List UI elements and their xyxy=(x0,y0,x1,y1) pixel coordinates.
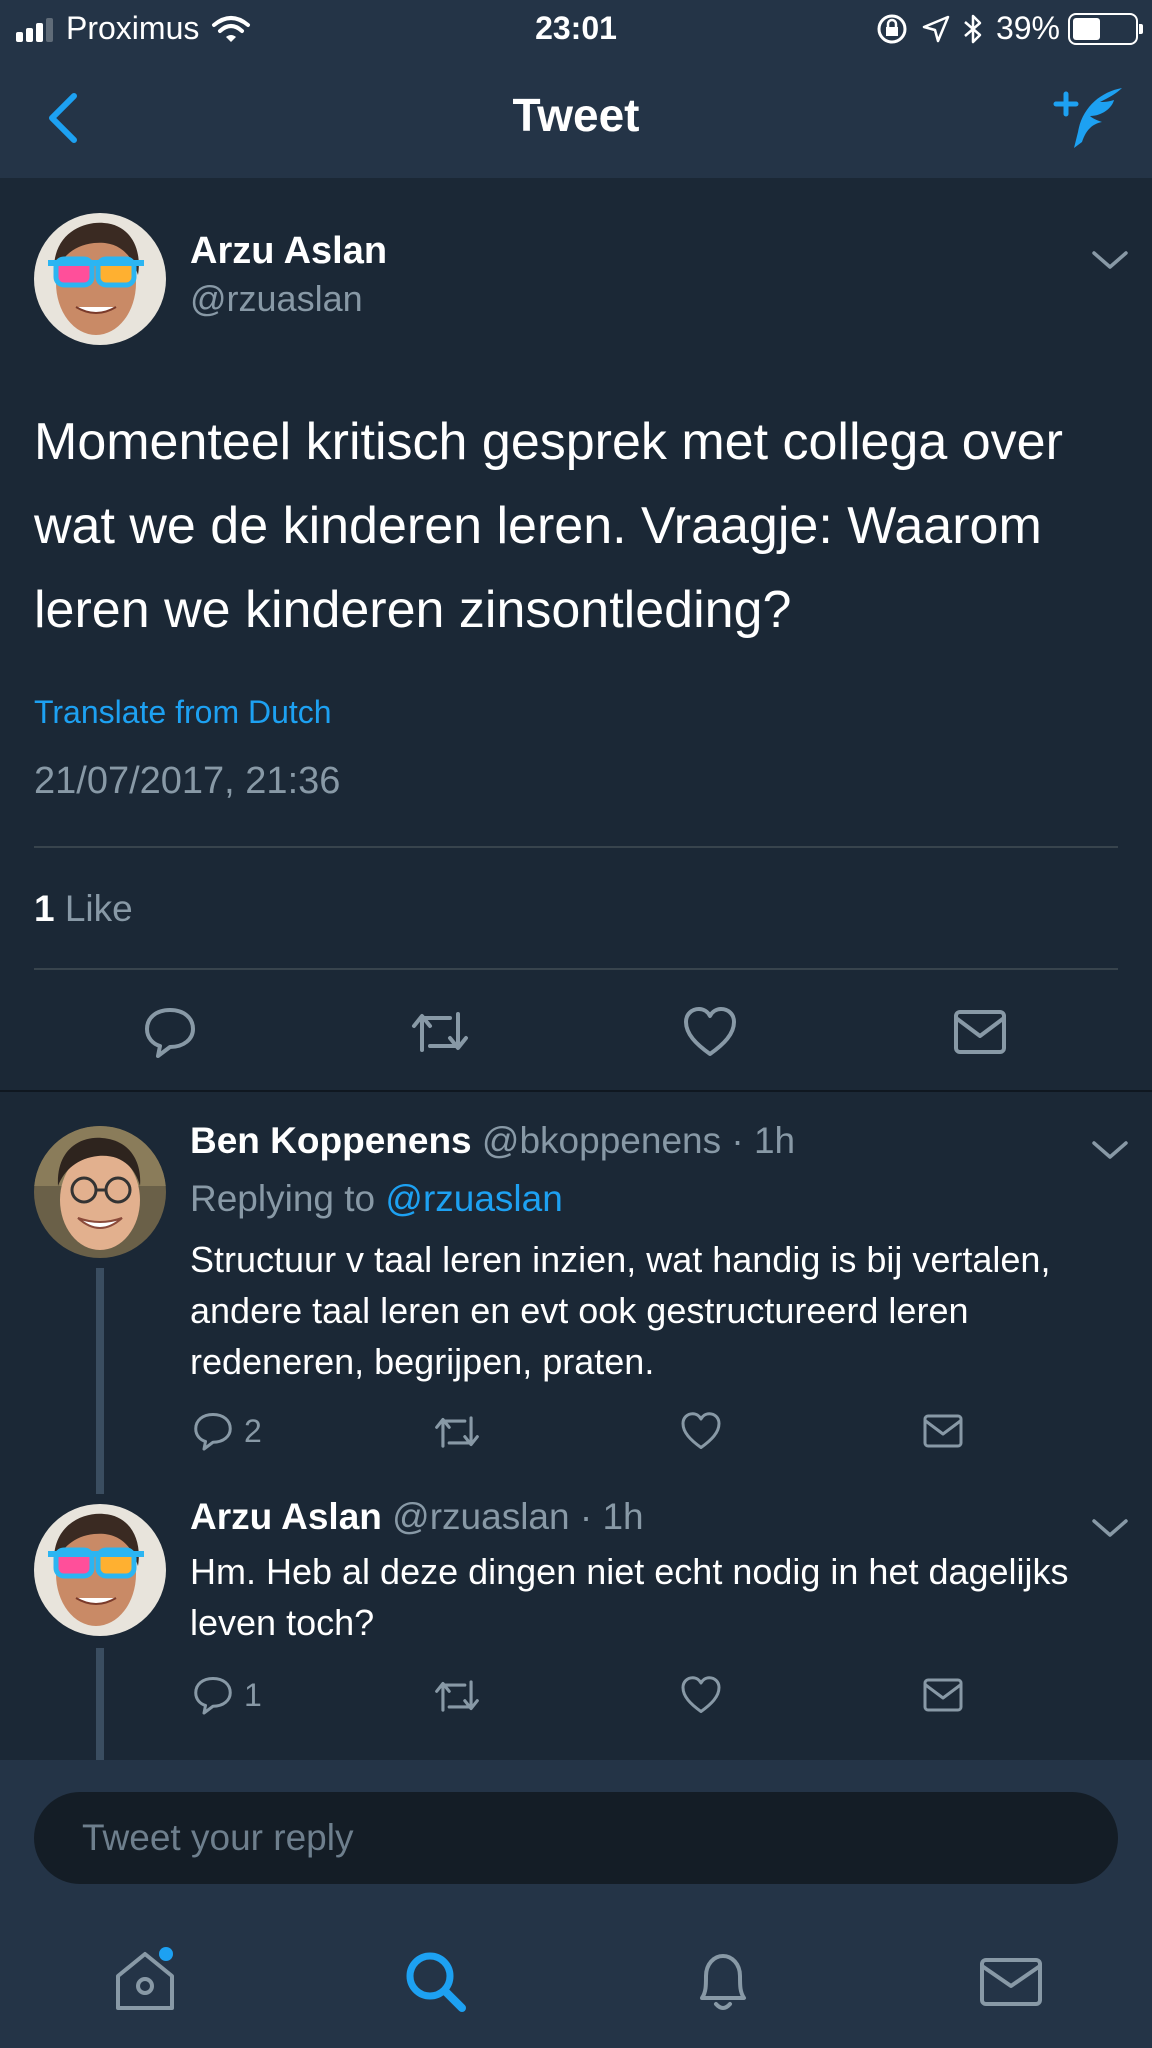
like-icon[interactable] xyxy=(680,1674,722,1716)
divider xyxy=(34,846,1118,848)
replying-to-handle[interactable]: @rzuaslan xyxy=(385,1178,562,1219)
reply-count: 1 xyxy=(244,1676,262,1713)
replying-to-label: Replying to xyxy=(190,1178,376,1219)
bottom-bar: Tweet your reply xyxy=(0,1760,1152,2048)
like-icon[interactable] xyxy=(682,1004,738,1060)
compose-icon[interactable] xyxy=(1052,82,1128,154)
reply-author-name[interactable]: Ben Koppenens xyxy=(190,1120,472,1161)
like-count-value: 1 xyxy=(34,888,55,929)
home-icon[interactable] xyxy=(110,1946,180,2016)
reply-author-name[interactable]: Arzu Aslan xyxy=(190,1496,382,1537)
header: Proximus 23:01 39% Tweet xyxy=(0,0,1152,178)
avatar[interactable] xyxy=(34,213,166,345)
like-count[interactable]: 1 Like xyxy=(34,888,133,930)
battery-percent: 39% xyxy=(995,10,1060,46)
reply-text: Hm. Heb al deze dingen niet echt nodig i… xyxy=(190,1551,1069,1643)
rotation-lock-icon xyxy=(877,14,907,43)
reply-tweet[interactable]: Ben Koppenens @bkoppenens · 1h Replying … xyxy=(0,1092,1152,1498)
like-count-label: Like xyxy=(64,888,133,929)
thread-line xyxy=(96,1648,104,1760)
author-name[interactable]: Arzu Aslan xyxy=(190,230,387,273)
reply-icon xyxy=(194,1413,232,1451)
retweet-icon[interactable] xyxy=(408,1004,472,1060)
reply-icon[interactable] xyxy=(142,1004,198,1060)
retweet-icon[interactable] xyxy=(432,1410,482,1454)
reply-text: Structuur v taal leren inzien, wat handi… xyxy=(190,1239,1051,1382)
main-tweet: Arzu Aslan @rzuaslan Momenteel kritisch … xyxy=(0,178,1152,1092)
reply-input[interactable]: Tweet your reply xyxy=(34,1792,1118,1884)
chevron-down-icon[interactable] xyxy=(1090,248,1130,272)
page-title: Tweet xyxy=(512,89,640,141)
reply-tweet[interactable]: Arzu Aslan @rzuaslan · 1h Hm. Heb al dez… xyxy=(0,1470,1152,1760)
reply-author-handle[interactable]: @rzuaslan · 1h xyxy=(392,1496,643,1537)
chevron-down-icon[interactable] xyxy=(1090,1516,1130,1540)
messages-icon[interactable] xyxy=(976,1946,1046,2016)
bluetooth-icon xyxy=(964,14,982,43)
notifications-icon[interactable] xyxy=(688,1946,758,2016)
avatar[interactable] xyxy=(34,1504,166,1636)
status-bar: Proximus 23:01 39% xyxy=(0,0,1152,58)
retweet-icon[interactable] xyxy=(432,1674,482,1718)
tweet-text: Momenteel kritisch gesprek met collega o… xyxy=(34,413,1063,639)
like-icon[interactable] xyxy=(680,1410,722,1452)
author-handle[interactable]: @rzuaslan xyxy=(190,278,363,320)
reply-button[interactable]: 2 xyxy=(192,1410,262,1452)
reply-button[interactable]: 1 xyxy=(192,1674,262,1716)
dm-icon[interactable] xyxy=(922,1410,964,1452)
translate-link[interactable]: Translate from Dutch xyxy=(34,694,332,731)
tweet-timestamp: 21/07/2017, 21:36 xyxy=(34,760,341,802)
search-icon[interactable] xyxy=(400,1946,470,2016)
divider xyxy=(34,968,1118,970)
battery-icon xyxy=(1068,12,1143,45)
reply-icon xyxy=(194,1677,232,1715)
dm-icon[interactable] xyxy=(952,1004,1008,1060)
reply-count: 2 xyxy=(244,1412,262,1449)
chevron-down-icon[interactable] xyxy=(1090,1138,1130,1162)
avatar[interactable] xyxy=(34,1126,166,1258)
dm-icon[interactable] xyxy=(922,1674,964,1716)
location-icon xyxy=(922,15,950,42)
thread-line xyxy=(96,1268,104,1494)
reply-author-handle[interactable]: @bkoppenens · 1h xyxy=(482,1120,795,1161)
